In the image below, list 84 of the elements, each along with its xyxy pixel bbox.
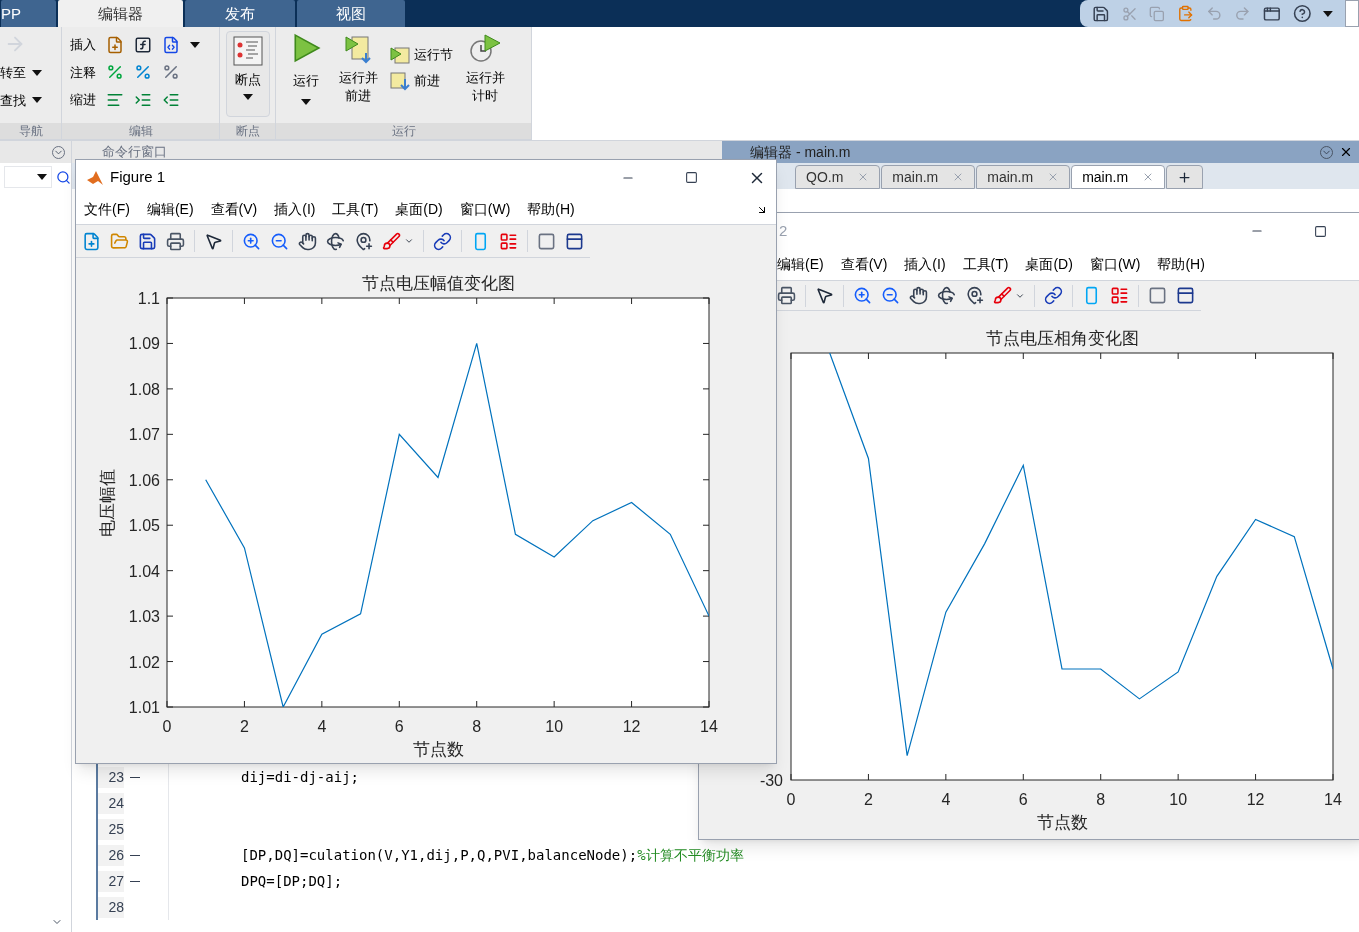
menu-item[interactable]: 编辑(E) xyxy=(777,254,824,275)
tick-label: 1.06 xyxy=(128,471,160,489)
tick-label: 10 xyxy=(1169,791,1188,808)
menu-item[interactable]: 编辑(E) xyxy=(146,199,194,220)
tick-label: 14 xyxy=(700,718,718,735)
tick-label: 6 xyxy=(394,718,404,735)
menu-item[interactable]: 查看(V) xyxy=(840,254,888,275)
ribbon-tab[interactable]: 视图 xyxy=(297,0,405,27)
axis-label: 电压幅值 xyxy=(98,468,117,537)
chart-title: 节点电压幅值变化图 xyxy=(361,274,515,293)
menu-item[interactable]: 插入(I) xyxy=(904,254,946,275)
advance-button[interactable]: 前进 xyxy=(390,71,453,91)
menu-item[interactable]: 桌面(D) xyxy=(1025,254,1073,275)
file-tab[interactable]: main.m xyxy=(1071,165,1166,189)
tick-label: 10 xyxy=(545,718,564,735)
menu-item[interactable]: 窗口(W) xyxy=(1089,254,1141,275)
tick-label: 0 xyxy=(162,718,172,735)
tick-label: 1.09 xyxy=(128,335,160,353)
tick-label: 2 xyxy=(240,718,249,735)
run-section-button[interactable]: 运行节 xyxy=(390,45,453,65)
ribbon-button[interactable]: 注释 xyxy=(70,62,96,82)
axis-label: 节点数 xyxy=(412,740,464,759)
tick-label: 6 xyxy=(1018,791,1028,808)
menu-item[interactable]: 帮助(H) xyxy=(527,199,575,220)
file-tab[interactable]: main.m xyxy=(976,165,1071,189)
code-text: DPQ=[DP;DQ]; xyxy=(241,871,343,891)
menu-item[interactable]: 工具(T) xyxy=(962,254,1009,275)
menu-item[interactable]: 文件(F) xyxy=(84,199,130,220)
dropdown-button[interactable]: 转至 xyxy=(0,63,55,83)
panel-title: 命令行窗口 xyxy=(102,143,167,162)
group-label: 断点 xyxy=(220,123,275,139)
tick-label: 2 xyxy=(864,791,873,808)
group-label: 运行 xyxy=(276,123,531,139)
file-tab[interactable]: QO.m xyxy=(795,165,881,189)
tick-label: 1.03 xyxy=(128,608,160,626)
tick-label: 1.1 xyxy=(137,290,160,307)
tick-label: 1.04 xyxy=(128,562,160,580)
tick-label: 4 xyxy=(317,718,327,735)
line-number: 26 xyxy=(98,844,124,866)
ribbon-tab[interactable]: 发布 xyxy=(185,0,295,27)
ribbon-tab[interactable]: PP xyxy=(1,0,56,27)
tick-label: 1.07 xyxy=(128,426,160,444)
window-title: Figure 1 xyxy=(110,167,166,188)
tick-label: -30 xyxy=(759,772,783,789)
line-number: 25 xyxy=(98,818,124,840)
tick-label: 8 xyxy=(472,718,482,735)
dropdown-button[interactable]: 查找 xyxy=(0,90,55,110)
ribbon-tab[interactable]: 编辑器 xyxy=(58,0,183,27)
line-number: 27 xyxy=(98,870,124,892)
menu-item[interactable]: 帮助(H) xyxy=(1157,254,1205,275)
line-number: 28 xyxy=(98,896,124,918)
file-tab[interactable]: main.m xyxy=(881,165,976,189)
group-label: 导航 xyxy=(0,123,61,139)
tick-label: 1.08 xyxy=(128,380,160,398)
tick-label: 12 xyxy=(622,718,641,735)
code-text: dij=di-dj-aij; xyxy=(241,767,359,787)
window-title: 2 xyxy=(779,220,788,241)
tick-label: 0 xyxy=(786,791,796,808)
panel-title: 编辑器 - main.m xyxy=(749,142,852,162)
tick-label: 4 xyxy=(941,791,951,808)
chart-title: 节点电压相角变化图 xyxy=(985,329,1139,348)
menu-item[interactable]: 插入(I) xyxy=(274,199,316,220)
tick-label: 12 xyxy=(1246,791,1265,808)
tick-label: 1.02 xyxy=(128,653,160,671)
axis-label: 节点数 xyxy=(1036,813,1088,832)
menu-item[interactable]: 桌面(D) xyxy=(395,199,443,220)
menu-item[interactable]: 窗口(W) xyxy=(459,199,511,220)
code-text: [DP,DQ]=culation(V,Y1,dij,P,Q,PVI,balanceNode); xyxy=(241,845,638,865)
run-and-advance-button[interactable]: 运行并前进 xyxy=(334,33,382,105)
tick-label: 8 xyxy=(1096,791,1106,808)
breakpoints-button[interactable]: 断点 xyxy=(226,31,270,117)
run-and-time-button[interactable]: 运行并计时 xyxy=(461,33,509,105)
line-number: 24 xyxy=(98,792,124,814)
ribbon-button[interactable]: 插入 xyxy=(70,35,96,55)
menu-item[interactable]: 查看(V) xyxy=(210,199,258,220)
tick-label: 1.01 xyxy=(128,699,160,716)
group-label: 编辑 xyxy=(62,123,219,139)
ribbon-button[interactable]: 缩进 xyxy=(70,90,96,110)
tick-label: 14 xyxy=(1324,791,1342,808)
menu-item[interactable]: 工具(T) xyxy=(332,199,379,220)
tick-label: 1.05 xyxy=(128,517,160,535)
code-comment: %计算不平衡功率 xyxy=(637,845,744,865)
line-number: 23 xyxy=(98,766,124,788)
run-button[interactable]: 运行 xyxy=(286,33,326,105)
